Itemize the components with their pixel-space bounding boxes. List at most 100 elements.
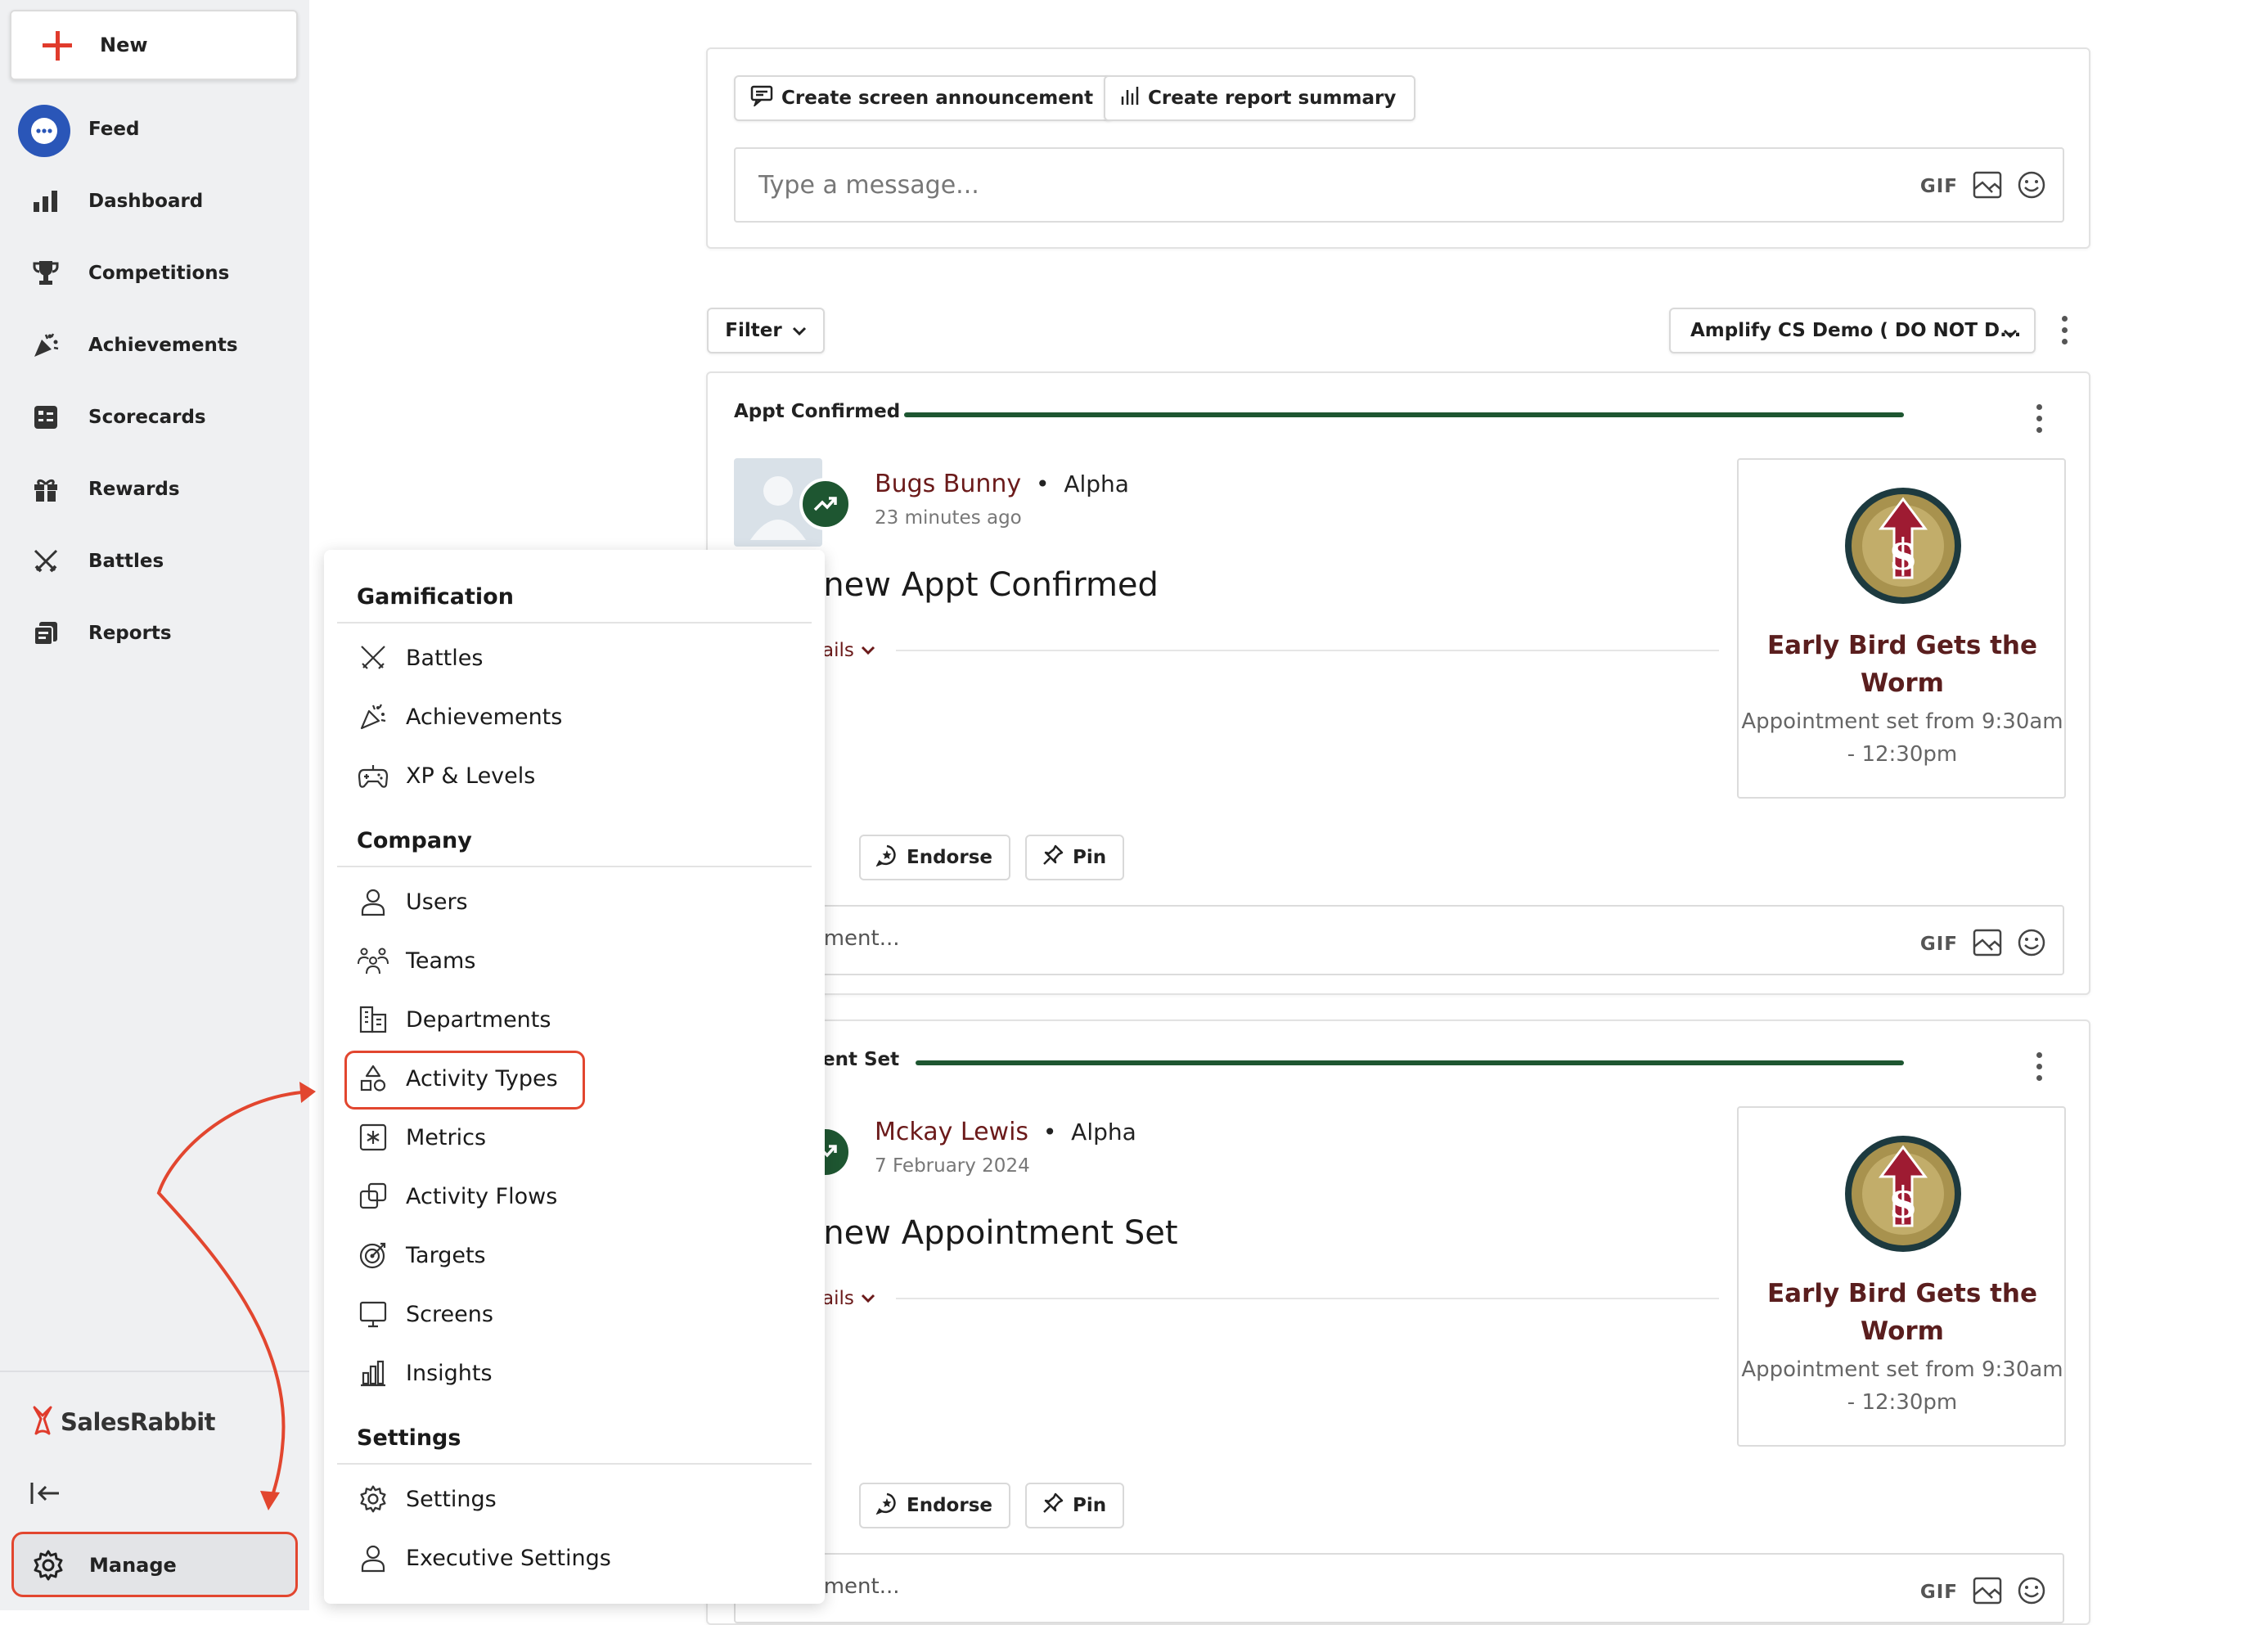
gif-button[interactable]: GIF xyxy=(1920,1582,1958,1603)
menu-item-label: Achievements xyxy=(406,704,563,730)
menu-divider xyxy=(337,866,812,867)
image-upload-icon[interactable] xyxy=(1973,171,2002,202)
emoji-icon[interactable] xyxy=(2017,1576,2046,1609)
menu-section-settings: Settings xyxy=(357,1425,461,1451)
new-button-label: New xyxy=(100,34,148,56)
menu-item-label: Metrics xyxy=(406,1124,487,1150)
activity-progress-bar xyxy=(904,412,1904,417)
post-more-icon[interactable] xyxy=(2035,1051,2043,1083)
menu-item-achievements[interactable]: Achievements xyxy=(357,694,562,740)
menu-item-departments[interactable]: Departments xyxy=(357,997,551,1042)
sidebar-item-label: Dashboard xyxy=(88,191,204,212)
image-upload-icon[interactable] xyxy=(1973,1577,2002,1608)
menu-item-metrics[interactable]: Metrics xyxy=(357,1114,486,1160)
achievement-card[interactable]: $ Early Bird Gets the Worm Appointment s… xyxy=(1737,458,2066,799)
sidebar-item-competitions[interactable]: Competitions xyxy=(0,241,309,306)
menu-item-battles[interactable]: Battles xyxy=(357,635,483,681)
menu-item-teams[interactable]: Teams xyxy=(357,938,475,984)
sidebar-item-label: Rewards xyxy=(88,479,180,500)
emoji-icon[interactable] xyxy=(2017,170,2046,203)
comment-box[interactable]: a comment... GIF xyxy=(734,905,2064,975)
building-icon xyxy=(357,1003,389,1036)
manage-button[interactable]: Manage xyxy=(11,1532,298,1597)
user-name-link[interactable]: Bugs Bunny xyxy=(875,470,1021,498)
menu-item-label: Battles xyxy=(406,645,484,671)
details-toggle[interactable]: ails xyxy=(822,640,875,661)
sidebar-item-achievements[interactable]: Achievements xyxy=(0,313,309,378)
feed-more-icon[interactable] xyxy=(2060,314,2068,347)
sidebar-item-scorecards[interactable]: Scorecards xyxy=(0,385,309,450)
pin-label: Pin xyxy=(1073,847,1107,868)
new-button[interactable]: New xyxy=(10,10,298,80)
scorecard-icon xyxy=(28,399,64,435)
gear-icon xyxy=(32,1549,65,1582)
endorse-label: Endorse xyxy=(907,847,992,868)
comment-tools: GIF xyxy=(1920,1576,2046,1609)
gift-icon xyxy=(28,471,64,507)
chevron-down-icon xyxy=(2003,322,2018,344)
metric-icon xyxy=(357,1121,389,1154)
trophy-icon xyxy=(28,255,64,291)
image-upload-icon[interactable] xyxy=(1973,929,2002,960)
workspace-label: Amplify CS Demo ( DO NOT D... xyxy=(1690,320,2022,341)
details-divider xyxy=(896,650,1719,651)
create-announcement-button[interactable]: Create screen announcement xyxy=(734,75,1114,121)
sidebar-item-feed[interactable]: Feed xyxy=(0,97,309,162)
sidebar-item-label: Battles xyxy=(88,551,164,572)
menu-item-label: Screens xyxy=(406,1301,493,1327)
early-bird-medal-icon: $ xyxy=(1845,488,1961,604)
sidebar-item-dashboard[interactable]: Dashboard xyxy=(0,169,309,234)
sidebar-item-rewards[interactable]: Rewards xyxy=(0,457,309,522)
comment-tools: GIF xyxy=(1920,928,2046,961)
plus-icon xyxy=(43,31,72,61)
menu-item-label: XP & Levels xyxy=(406,763,536,789)
filter-button[interactable]: Filter xyxy=(707,308,825,353)
menu-item-targets[interactable]: Targets xyxy=(357,1232,486,1278)
activity-progress-bar xyxy=(916,1060,1904,1065)
pin-button[interactable]: Pin xyxy=(1025,1483,1125,1528)
feed-post: ent Set Mckay Lewis • Alpha 7 February 2… xyxy=(706,1020,2090,1625)
pin-icon xyxy=(1042,1492,1064,1519)
comment-box[interactable]: a comment... GIF xyxy=(734,1553,2064,1623)
details-label: ails xyxy=(822,640,854,661)
post-more-icon[interactable] xyxy=(2035,403,2043,435)
menu-item-label: Users xyxy=(406,889,468,915)
menu-item-insights[interactable]: Insights xyxy=(357,1350,493,1396)
menu-item-users[interactable]: Users xyxy=(357,879,468,925)
sidebar-divider xyxy=(0,1371,309,1372)
menu-item-label: Activity Flows xyxy=(406,1183,558,1209)
create-announcement-label: Create screen announcement xyxy=(781,88,1094,109)
sidebar-item-reports[interactable]: Reports xyxy=(0,601,309,666)
sidebar: New Feed Dashboard Competitions Achievem… xyxy=(0,0,309,1610)
insights-icon xyxy=(357,1357,389,1389)
achievement-card[interactable]: $ Early Bird Gets the Worm Appointment s… xyxy=(1737,1106,2066,1447)
create-report-summary-button[interactable]: Create report summary xyxy=(1104,75,1416,121)
menu-item-executive-settings[interactable]: Executive Settings xyxy=(357,1535,611,1581)
endorse-button[interactable]: Endorse xyxy=(859,1483,1010,1528)
gif-button[interactable]: GIF xyxy=(1920,176,1958,197)
workspace-select[interactable]: Amplify CS Demo ( DO NOT D... xyxy=(1669,308,2036,353)
reports-icon xyxy=(28,615,64,651)
details-divider xyxy=(896,1298,1719,1299)
menu-item-activity-flows[interactable]: Activity Flows xyxy=(357,1173,557,1219)
emoji-icon[interactable] xyxy=(2017,928,2046,961)
message-input[interactable] xyxy=(736,149,1881,221)
menu-item-screens[interactable]: Screens xyxy=(357,1291,493,1337)
menu-item-xp-levels[interactable]: XP & Levels xyxy=(357,753,535,799)
details-toggle[interactable]: ails xyxy=(822,1288,875,1309)
pin-icon xyxy=(1042,844,1064,871)
trend-up-icon xyxy=(799,478,852,530)
collapse-sidebar-icon[interactable] xyxy=(29,1479,62,1507)
menu-item-label: Targets xyxy=(406,1242,486,1268)
endorse-label: Endorse xyxy=(907,1495,992,1516)
party-popper-icon xyxy=(28,327,64,363)
menu-item-label: Executive Settings xyxy=(406,1545,611,1571)
gif-button[interactable]: GIF xyxy=(1920,934,1958,955)
menu-item-settings[interactable]: Settings xyxy=(357,1476,497,1522)
user-name-link[interactable]: Mckay Lewis xyxy=(875,1118,1028,1146)
sidebar-item-battles[interactable]: Battles xyxy=(0,529,309,594)
menu-divider xyxy=(337,622,812,623)
endorse-button[interactable]: Endorse xyxy=(859,835,1010,880)
sidebar-item-label: Competitions xyxy=(88,263,230,284)
pin-button[interactable]: Pin xyxy=(1025,835,1125,880)
